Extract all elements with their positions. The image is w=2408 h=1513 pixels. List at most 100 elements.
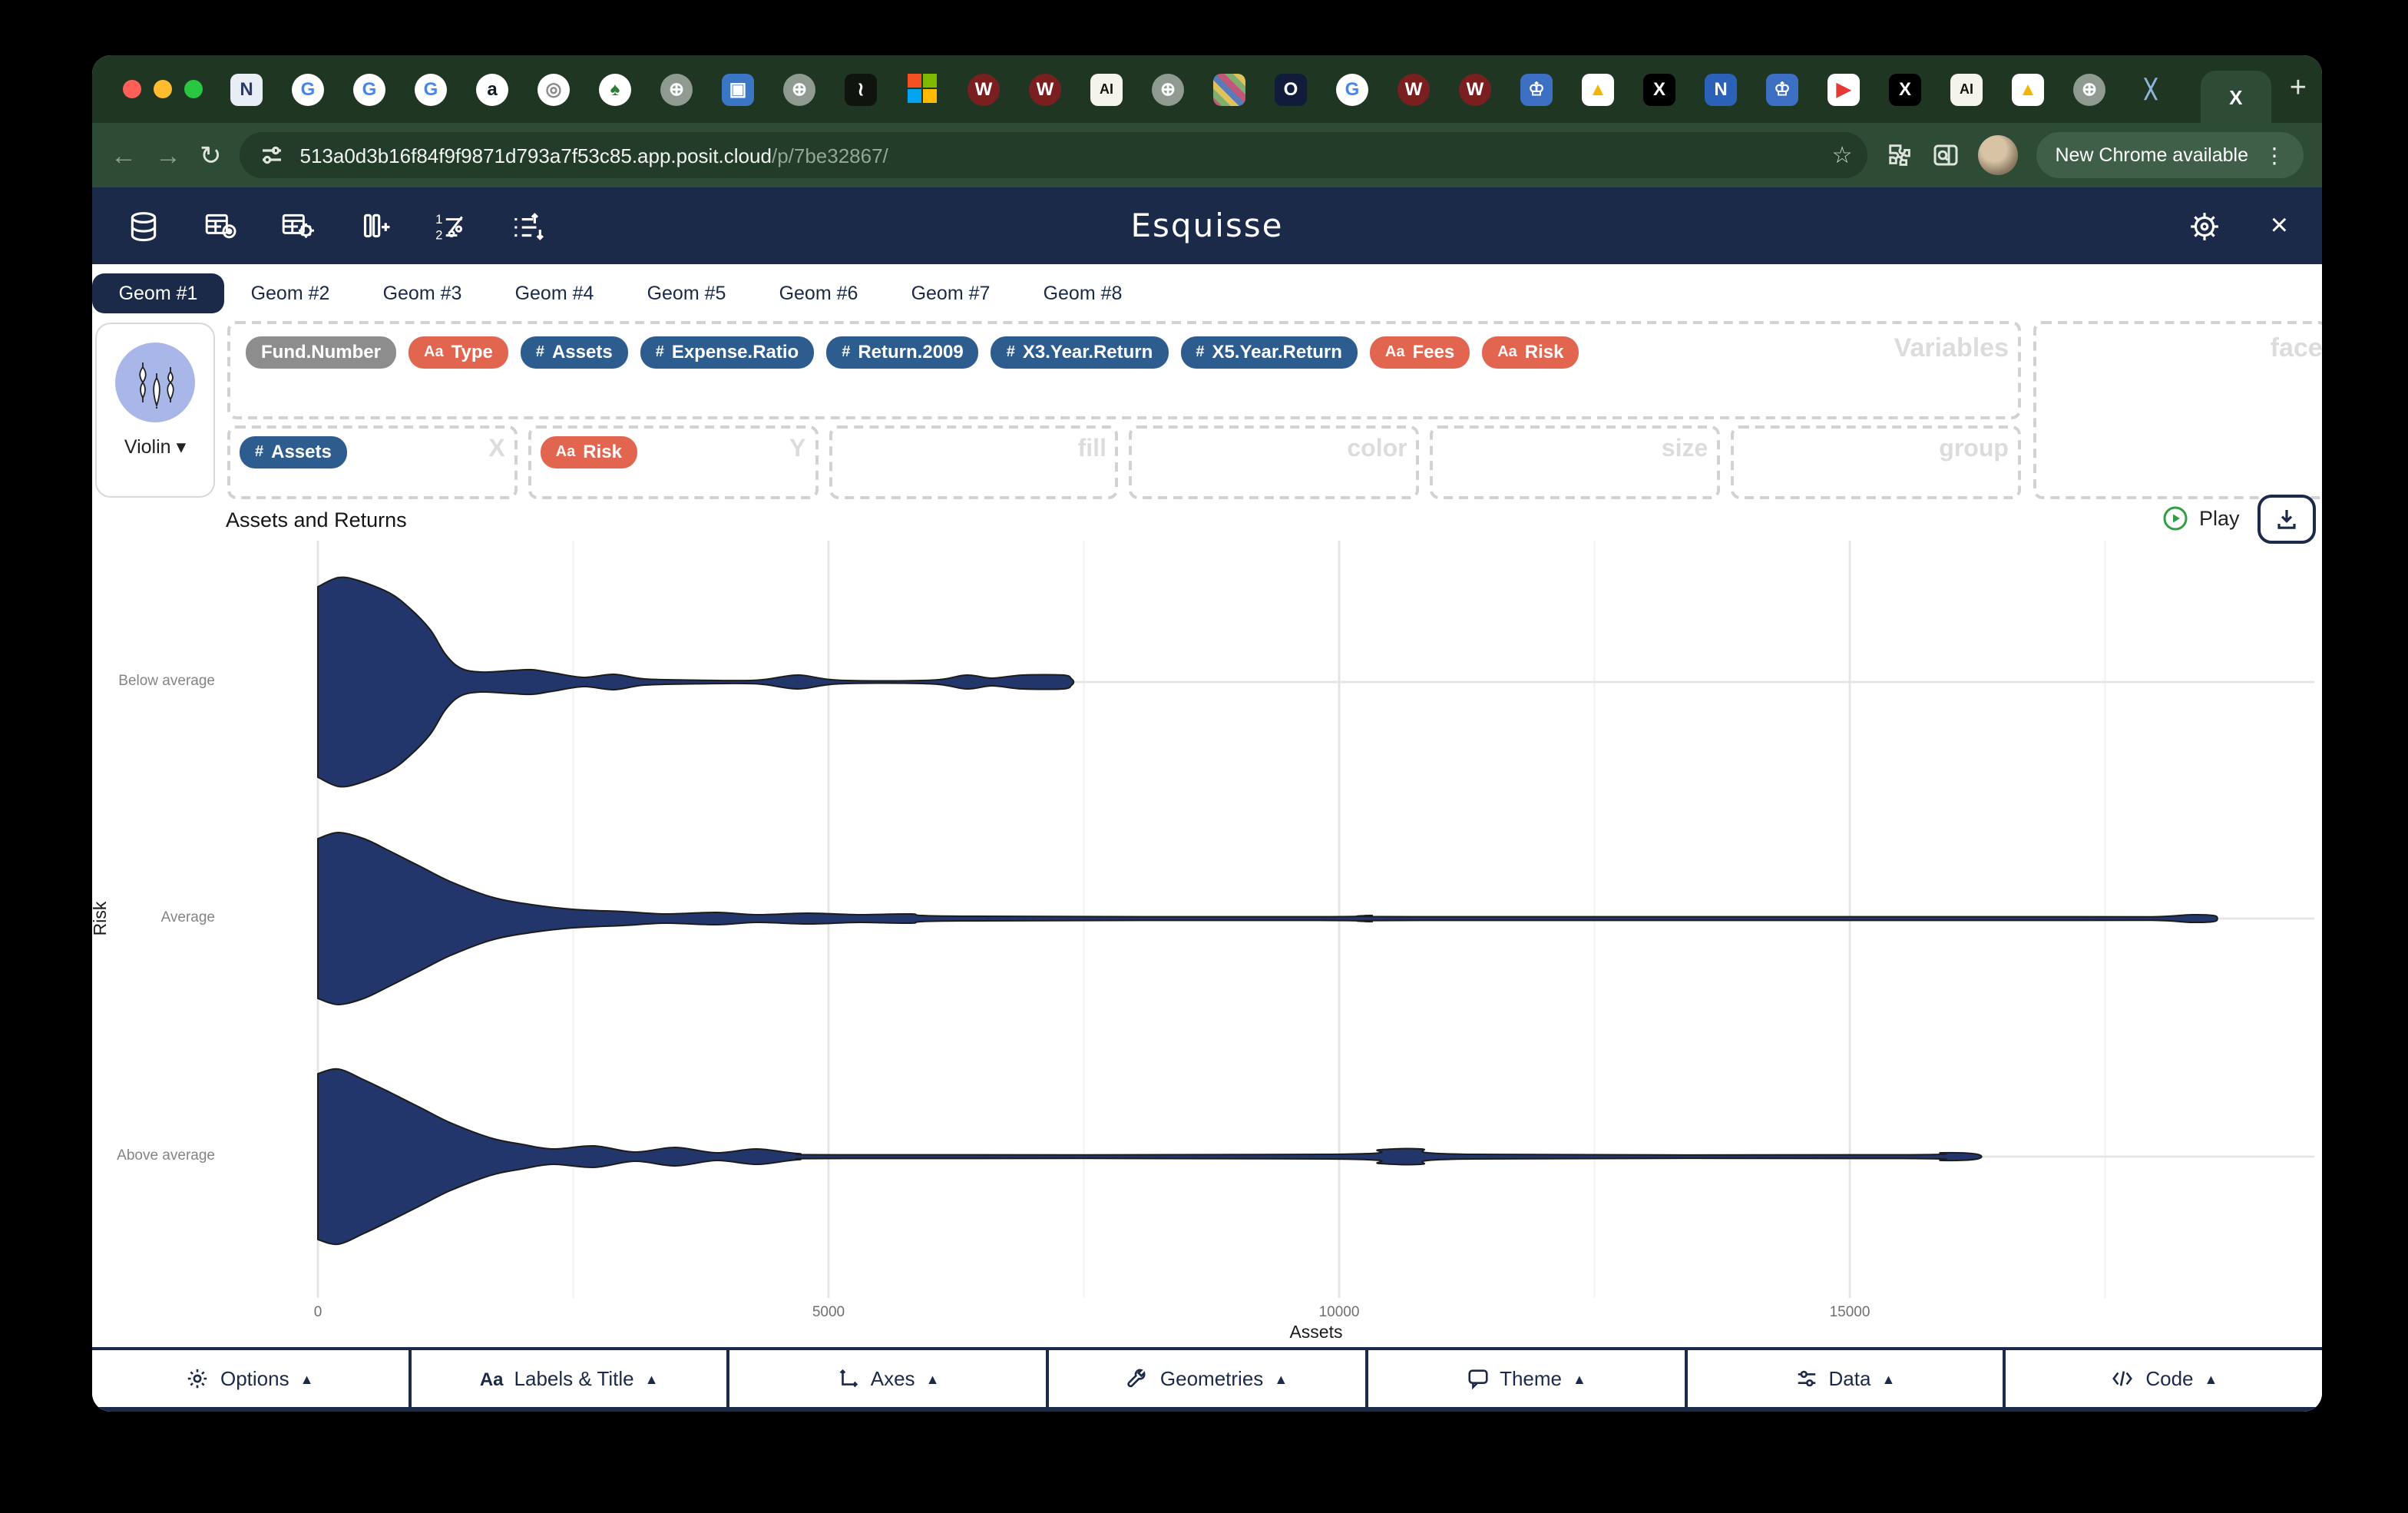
variable-pill-return.2009[interactable]: #Return.2009 (826, 336, 979, 369)
geometries-toolbar-button[interactable]: Geometries▲ (1046, 1350, 1364, 1407)
database-icon[interactable] (126, 208, 161, 243)
pinned-tab-favicon[interactable]: ╳ (2135, 73, 2167, 105)
play-button[interactable]: Play (2162, 505, 2240, 531)
pinned-tab-favicon[interactable]: G (292, 73, 324, 105)
geom-tab-1[interactable]: Geom #1 (92, 273, 224, 313)
geom-tab-6[interactable]: Geom #6 (752, 273, 885, 313)
pinned-tab-favicon[interactable]: ♔ (1520, 73, 1553, 105)
pinned-tab-favicon[interactable]: ▲ (2012, 73, 2044, 105)
pinned-tab-favicon[interactable]: G (1336, 73, 1368, 105)
bookmark-star-icon[interactable]: ☆ (1832, 141, 1853, 169)
geom-tab-4[interactable]: Geom #4 (488, 273, 620, 313)
address-bar[interactable]: 513a0d3b16f84f9f9871d793a7f53c85.app.pos… (240, 132, 1868, 178)
pinned-tab-favicon[interactable]: ≀ (845, 73, 877, 105)
active-tab[interactable]: X (2201, 71, 2271, 123)
theme-toolbar-button[interactable]: Theme▲ (1365, 1350, 1684, 1407)
geom-tab-3[interactable]: Geom #3 (356, 273, 488, 313)
variable-pill-x3.year.return[interactable]: #X3.Year.Return (991, 336, 1169, 369)
variable-pill-type[interactable]: AaType (408, 336, 508, 369)
pinned-tab-favicon[interactable]: a (476, 73, 508, 105)
table-eye-icon[interactable] (203, 208, 238, 243)
pinned-tab-favicon[interactable]: G (415, 73, 447, 105)
options-toolbar-button[interactable]: Options▲ (92, 1350, 408, 1407)
geometry-selector[interactable]: Violin ▾ (95, 323, 215, 498)
facet-dropzone[interactable]: facet (2033, 321, 2322, 499)
pinned-tab-favicon[interactable] (906, 73, 938, 105)
add-column-icon[interactable] (356, 208, 392, 243)
pinned-tab-favicon[interactable]: ⊕ (1152, 73, 1184, 105)
pinned-tab-favicon[interactable]: W (1398, 73, 1430, 105)
geom-tab-7[interactable]: Geom #7 (885, 273, 1017, 313)
pinned-tab-favicon[interactable]: W (968, 73, 1000, 105)
pinned-tab-favicon[interactable]: W (1459, 73, 1491, 105)
pinned-tabs: NGGGa◎♠⊕▣⊕≀WWAI⊕OGWW♔▲XN♔▶XAI▲⊕╳ (230, 73, 2182, 105)
pinned-tab-favicon[interactable]: ▲ (1582, 73, 1614, 105)
geom-tab-5[interactable]: Geom #5 (620, 273, 752, 313)
geom-tab-2[interactable]: Geom #2 (224, 273, 356, 313)
variable-pill-risk[interactable]: AaRisk (1482, 336, 1579, 369)
pinned-tab-favicon[interactable]: N (1705, 73, 1737, 105)
dropzone-watermark: color (1347, 436, 1407, 464)
pinned-tab-favicon[interactable]: ⊕ (660, 73, 693, 105)
data-toolbar-button[interactable]: Data▲ (1684, 1350, 2003, 1407)
pinned-tab-favicon[interactable]: O (1275, 73, 1307, 105)
sort-rows-icon[interactable] (510, 208, 545, 243)
close-app-icon[interactable]: × (2271, 210, 2288, 241)
pinned-tab-favicon[interactable]: N (230, 73, 263, 105)
pinned-tab-favicon[interactable]: ◎ (538, 73, 570, 105)
site-settings-icon[interactable] (259, 141, 286, 169)
dropzone-x[interactable]: X#Assets (227, 425, 518, 499)
pinned-tab-favicon[interactable]: G (353, 73, 385, 105)
variable-pill-fund.number[interactable]: Fund.Number (246, 336, 396, 369)
geom-tab-8[interactable]: Geom #8 (1017, 273, 1149, 313)
variable-pill-assets[interactable]: #Assets (240, 436, 347, 468)
chrome-update-button[interactable]: New Chrome available ⋮ (2036, 132, 2304, 178)
pinned-tab-favicon[interactable] (1213, 73, 1245, 105)
forward-button[interactable]: → (155, 142, 181, 168)
pinned-tab-favicon[interactable]: ▶ (1828, 73, 1860, 105)
reload-button[interactable]: ↻ (200, 142, 222, 168)
numeric-type-icon: # (1196, 344, 1204, 361)
dropzone-group[interactable]: group (1731, 425, 2021, 499)
variable-pill-expense.ratio[interactable]: #Expense.Ratio (640, 336, 815, 369)
dropzone-color[interactable]: color (1130, 425, 1420, 499)
axes-toolbar-button[interactable]: Axes▲ (727, 1350, 1046, 1407)
tab-strip: NGGGa◎♠⊕▣⊕≀WWAI⊕OGWW♔▲XN♔▶XAI▲⊕╳ X + (92, 55, 2322, 123)
pinned-tab-favicon[interactable]: W (1029, 73, 1061, 105)
labels-title-toolbar-button[interactable]: AaLabels & Title▲ (408, 1350, 726, 1407)
back-button[interactable]: ← (111, 142, 137, 168)
close-window-button[interactable] (123, 80, 141, 98)
settings-gear-icon[interactable] (2189, 210, 2221, 242)
table-gear-icon[interactable] (280, 208, 315, 243)
code-toolbar-button[interactable]: Code▲ (2003, 1350, 2322, 1407)
text-aa-icon: Aa (480, 1368, 504, 1389)
profile-avatar[interactable] (1978, 135, 2018, 175)
variable-pill-fees[interactable]: AaFees (1370, 336, 1470, 369)
variables-dropzone[interactable]: Variables Fund.NumberAaType#Assets#Expen… (227, 321, 2021, 419)
pinned-tab-favicon[interactable]: ♠ (599, 73, 631, 105)
pinned-tab-favicon[interactable]: ⊕ (783, 73, 815, 105)
pinned-tab-favicon[interactable]: AI (1950, 73, 1983, 105)
download-plot-button[interactable] (2258, 495, 2316, 544)
svg-text:2: 2 (435, 227, 442, 242)
pinned-tab-favicon[interactable]: ⊕ (2073, 73, 2105, 105)
cut-rows-icon[interactable]: 12 (433, 208, 468, 243)
new-tab-button[interactable]: + (2290, 72, 2307, 106)
dropzone-fill[interactable]: fill (829, 425, 1119, 499)
dropzone-size[interactable]: size (1431, 425, 1721, 499)
extensions-puzzle-icon[interactable] (1886, 141, 1914, 169)
dropzone-y[interactable]: YAaRisk (528, 425, 819, 499)
zoom-window-button[interactable] (184, 80, 203, 98)
pinned-tab-favicon[interactable]: AI (1090, 73, 1123, 105)
pinned-tab-favicon[interactable]: ♔ (1766, 73, 1798, 105)
browser-menu-icon[interactable]: ⋮ (2264, 142, 2285, 168)
minimize-window-button[interactable] (154, 80, 172, 98)
pinned-tab-favicon[interactable]: ▣ (722, 73, 754, 105)
pinned-tab-favicon[interactable]: X (1643, 73, 1675, 105)
code-icon (2110, 1367, 2135, 1390)
variable-pill-assets[interactable]: #Assets (521, 336, 628, 369)
side-panel-search-icon[interactable] (1932, 141, 1960, 169)
variable-pill-risk[interactable]: AaRisk (541, 436, 637, 468)
variable-pill-x5.year.return[interactable]: #X5.Year.Return (1180, 336, 1358, 369)
pinned-tab-favicon[interactable]: X (1889, 73, 1921, 105)
